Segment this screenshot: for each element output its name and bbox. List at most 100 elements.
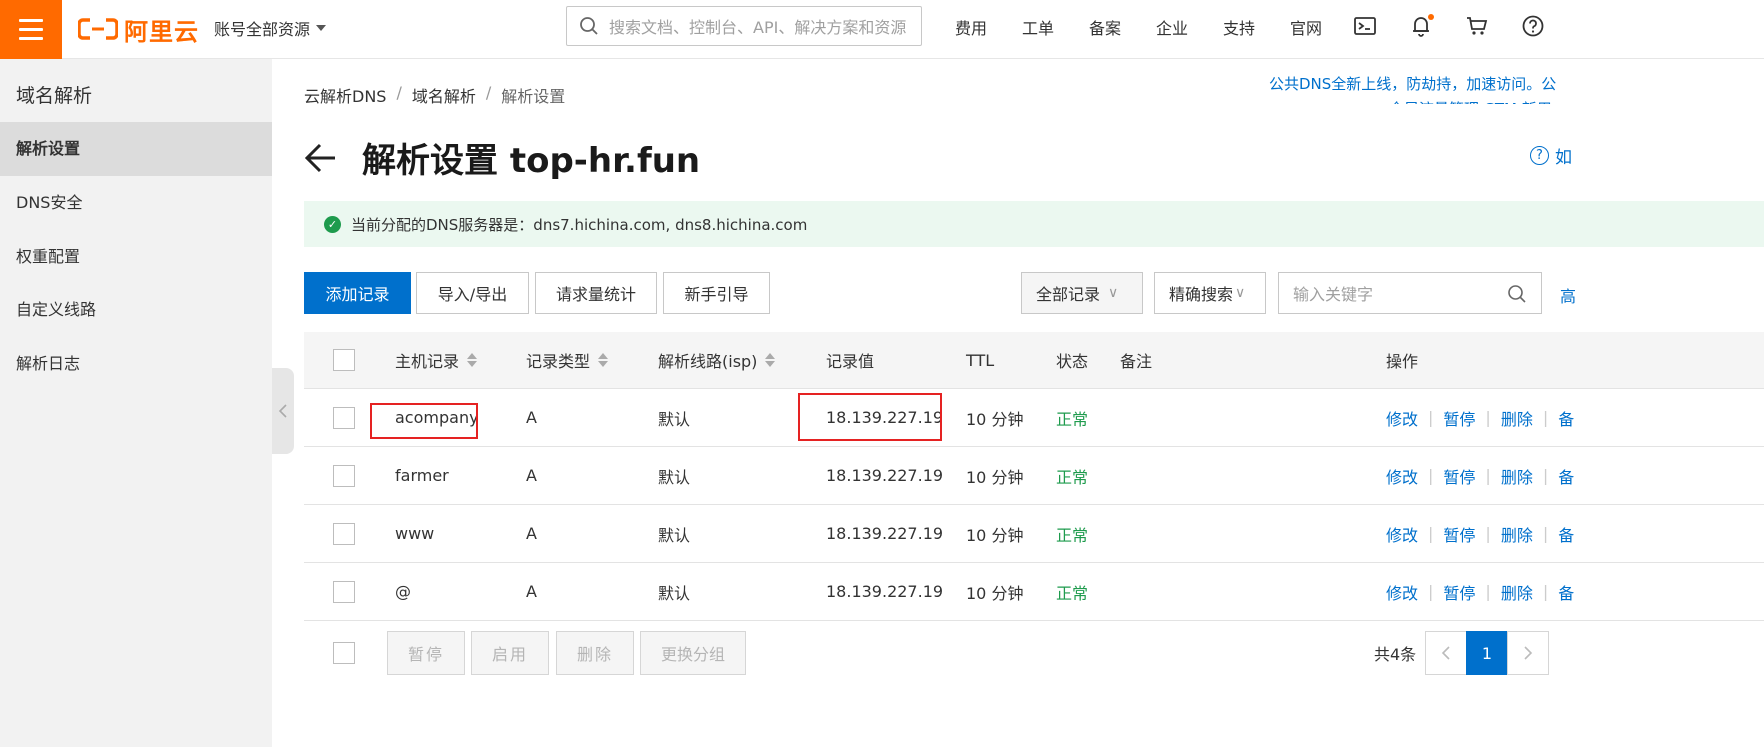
sidebar-item-resolve-settings[interactable]: 解析设置 — [0, 122, 272, 176]
page-1-button[interactable]: 1 — [1466, 631, 1508, 675]
breadcrumb-domain-resolve[interactable]: 域名解析 — [412, 83, 476, 107]
chevron-left-icon — [1441, 646, 1450, 660]
cell-type: A — [526, 408, 537, 427]
action-divider: | — [1485, 408, 1491, 427]
search-mode-select[interactable]: 精确搜索 ∨ — [1154, 272, 1266, 314]
nav-fees[interactable]: 费用 — [955, 15, 1022, 39]
breadcrumb-cloud-dns[interactable]: 云解析DNS — [304, 83, 386, 107]
cell-status: 正常 — [1056, 525, 1089, 545]
nav-icp[interactable]: 备案 — [1089, 15, 1156, 39]
delete-link[interactable]: 删除 — [1501, 464, 1533, 488]
sidebar-item-custom-line[interactable]: 自定义线路 — [0, 283, 272, 337]
row-checkbox[interactable] — [333, 464, 355, 487]
cell-ttl: 10 分钟 — [966, 525, 1024, 545]
next-page-button[interactable] — [1507, 631, 1549, 675]
delete-link[interactable]: 删除 — [1501, 522, 1533, 546]
pause-link[interactable]: 暂停 — [1443, 464, 1475, 488]
header-type[interactable]: 记录类型 — [526, 332, 609, 388]
footer-select-all-checkbox[interactable] — [333, 642, 355, 664]
nav-support[interactable]: 支持 — [1223, 15, 1290, 39]
promo-banner-link-2[interactable]: 全局流量管理 GTM 新用... — [1389, 98, 1566, 104]
record-filter-select[interactable]: 全部记录 ∨ — [1021, 272, 1143, 314]
dns-server-notice: ✓ 当前分配的DNS服务器是：dns7.hichina.com, dns8.hi… — [304, 201, 1764, 247]
edit-link[interactable]: 修改 — [1386, 580, 1418, 604]
change-group-button[interactable]: 更换分组 — [640, 631, 746, 675]
search-icon — [580, 17, 598, 35]
header-host[interactable]: 主机记录 — [395, 332, 478, 388]
nav-official-site[interactable]: 官网 — [1290, 15, 1357, 39]
cell-type: A — [526, 524, 537, 543]
global-search-input[interactable]: 搜索文档、控制台、API、解决方案和资源 — [566, 6, 922, 46]
import-export-button[interactable]: 导入/导出 — [416, 272, 529, 314]
sidebar-item-weight-config[interactable]: 权重配置 — [0, 230, 272, 284]
nav-tickets[interactable]: 工单 — [1022, 15, 1089, 39]
action-divider: | — [1542, 582, 1549, 601]
remark-link[interactable]: 备 — [1558, 522, 1574, 546]
remark-link[interactable]: 备 — [1558, 580, 1574, 604]
action-divider: | — [1485, 582, 1491, 601]
chevron-down-icon: ∨ — [1108, 285, 1119, 301]
nav-enterprise[interactable]: 企业 — [1156, 15, 1223, 39]
pause-link[interactable]: 暂停 — [1443, 580, 1475, 604]
action-divider: | — [1485, 466, 1491, 485]
row-checkbox[interactable] — [333, 522, 355, 545]
batch-pause-button[interactable]: 暂停 — [387, 631, 465, 675]
add-record-button[interactable]: 添加记录 — [304, 272, 411, 314]
cell-value: 18.139.227.19 — [826, 582, 944, 601]
beginner-guide-button[interactable]: 新手引导 — [663, 272, 770, 314]
pause-link[interactable]: 暂停 — [1443, 406, 1475, 430]
header-line[interactable]: 解析线路(isp) — [658, 332, 776, 388]
delete-link[interactable]: 删除 — [1501, 580, 1533, 604]
edit-link[interactable]: 修改 — [1386, 406, 1418, 430]
sidebar-item-dns-security[interactable]: DNS安全 — [0, 176, 272, 230]
edit-link[interactable]: 修改 — [1386, 464, 1418, 488]
query-stats-button[interactable]: 请求量统计 — [535, 272, 657, 314]
edit-link[interactable]: 修改 — [1386, 522, 1418, 546]
terminal-icon[interactable] — [1354, 14, 1376, 38]
select-all-checkbox[interactable] — [333, 349, 355, 371]
sidebar-item-resolve-log[interactable]: 解析日志 — [0, 337, 272, 391]
remark-link[interactable]: 备 — [1558, 464, 1574, 488]
row-checkbox[interactable] — [333, 580, 355, 603]
sort-icon[interactable] — [598, 353, 609, 367]
delete-link[interactable]: 删除 — [1501, 406, 1533, 430]
batch-delete-button[interactable]: 删除 — [556, 631, 634, 675]
help-icon[interactable] — [1522, 14, 1544, 38]
caret-down-icon — [316, 25, 327, 31]
header-host-label: 主机记录 — [395, 352, 460, 371]
back-arrow-icon[interactable] — [304, 141, 338, 175]
bell-icon[interactable] — [1410, 14, 1434, 38]
prev-page-button[interactable] — [1425, 631, 1467, 675]
menu-icon[interactable] — [0, 0, 62, 59]
cell-ttl: 10 分钟 — [966, 583, 1024, 603]
footer-checkbox-cell — [333, 642, 355, 664]
cart-icon[interactable] — [1466, 14, 1488, 38]
cell-type: A — [526, 582, 537, 601]
row-checkbox-cell — [333, 563, 355, 620]
row-checkbox-cell — [333, 447, 355, 504]
batch-enable-button[interactable]: 启用 — [471, 631, 549, 675]
action-divider: | — [1485, 524, 1491, 543]
sort-icon[interactable] — [765, 353, 776, 367]
header-remark: 备注 — [1120, 352, 1153, 371]
sort-icon[interactable] — [467, 353, 478, 367]
help-doc-link[interactable]: ? 如 — [1530, 143, 1572, 168]
search-icon[interactable] — [1507, 284, 1527, 304]
cell-value: 18.139.227.19 — [826, 524, 944, 543]
action-divider: | — [1428, 408, 1434, 427]
pause-link[interactable]: 暂停 — [1443, 522, 1475, 546]
total-count: 共4条 — [1374, 645, 1417, 664]
record-filter-value: 全部记录 — [1036, 285, 1101, 304]
account-resource-dropdown[interactable]: 账号全部资源 — [214, 16, 327, 40]
notification-dot — [1428, 14, 1434, 20]
cell-status: 正常 — [1056, 409, 1089, 429]
action-divider: | — [1428, 582, 1434, 601]
cell-status: 正常 — [1056, 583, 1089, 603]
aliyun-logo[interactable]: 阿里云 — [78, 14, 199, 46]
keyword-search-input[interactable]: 输入关键字 — [1278, 272, 1542, 314]
advanced-search-link[interactable]: 高 — [1560, 283, 1576, 307]
global-search-placeholder: 搜索文档、控制台、API、解决方案和资源 — [609, 18, 907, 37]
promo-banner-link[interactable]: 公共DNS全新上线，防劫持，加速访问。公 — [1269, 73, 1556, 94]
row-checkbox[interactable] — [333, 406, 355, 429]
remark-link[interactable]: 备 — [1558, 406, 1574, 430]
